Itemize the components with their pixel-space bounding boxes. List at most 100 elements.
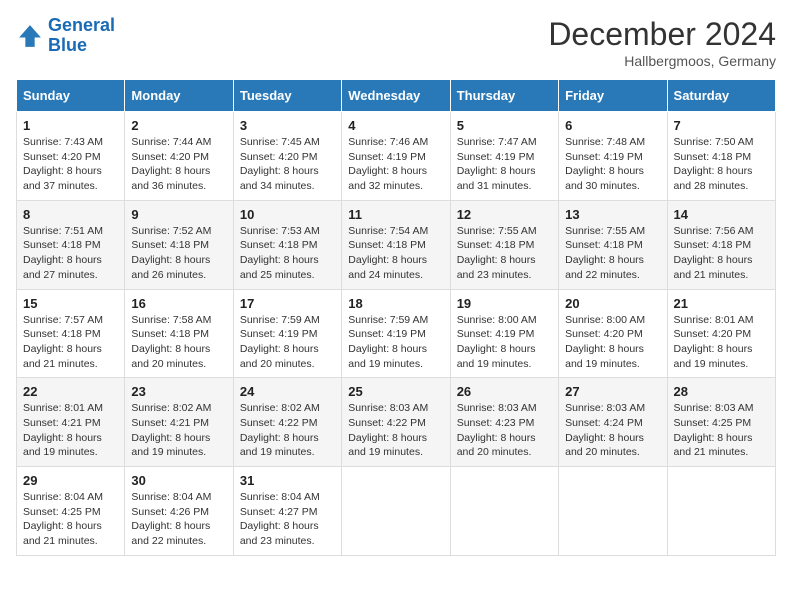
day-detail: Sunrise: 7:45 AM Sunset: 4:20 PM Dayligh…	[240, 135, 335, 194]
calendar-week-row: 1 Sunrise: 7:43 AM Sunset: 4:20 PM Dayli…	[17, 112, 776, 201]
day-number: 25	[348, 384, 443, 399]
calendar-header-row: Sunday Monday Tuesday Wednesday Thursday…	[17, 80, 776, 112]
table-row: 1 Sunrise: 7:43 AM Sunset: 4:20 PM Dayli…	[17, 112, 125, 201]
day-number: 12	[457, 207, 552, 222]
table-row: 26 Sunrise: 8:03 AM Sunset: 4:23 PM Dayl…	[450, 378, 558, 467]
day-detail: Sunrise: 8:01 AM Sunset: 4:20 PM Dayligh…	[674, 313, 769, 372]
day-detail: Sunrise: 8:04 AM Sunset: 4:25 PM Dayligh…	[23, 490, 118, 549]
logo-line2: Blue	[48, 35, 87, 55]
day-number: 19	[457, 296, 552, 311]
page-header: General Blue December 2024 Hallbergmoos,…	[16, 16, 776, 69]
table-row: 29 Sunrise: 8:04 AM Sunset: 4:25 PM Dayl…	[17, 467, 125, 556]
header-wednesday: Wednesday	[342, 80, 450, 112]
logo: General Blue	[16, 16, 115, 56]
table-row: 27 Sunrise: 8:03 AM Sunset: 4:24 PM Dayl…	[559, 378, 667, 467]
table-row: 4 Sunrise: 7:46 AM Sunset: 4:19 PM Dayli…	[342, 112, 450, 201]
day-detail: Sunrise: 7:47 AM Sunset: 4:19 PM Dayligh…	[457, 135, 552, 194]
day-detail: Sunrise: 7:53 AM Sunset: 4:18 PM Dayligh…	[240, 224, 335, 283]
day-detail: Sunrise: 7:51 AM Sunset: 4:18 PM Dayligh…	[23, 224, 118, 283]
day-detail: Sunrise: 7:48 AM Sunset: 4:19 PM Dayligh…	[565, 135, 660, 194]
table-row: 19 Sunrise: 8:00 AM Sunset: 4:19 PM Dayl…	[450, 289, 558, 378]
day-number: 2	[131, 118, 226, 133]
header-sunday: Sunday	[17, 80, 125, 112]
table-row	[342, 467, 450, 556]
table-row: 12 Sunrise: 7:55 AM Sunset: 4:18 PM Dayl…	[450, 200, 558, 289]
day-number: 7	[674, 118, 769, 133]
table-row: 16 Sunrise: 7:58 AM Sunset: 4:18 PM Dayl…	[125, 289, 233, 378]
day-number: 13	[565, 207, 660, 222]
day-detail: Sunrise: 8:01 AM Sunset: 4:21 PM Dayligh…	[23, 401, 118, 460]
day-detail: Sunrise: 8:00 AM Sunset: 4:19 PM Dayligh…	[457, 313, 552, 372]
table-row: 2 Sunrise: 7:44 AM Sunset: 4:20 PM Dayli…	[125, 112, 233, 201]
title-area: December 2024 Hallbergmoos, Germany	[548, 16, 776, 69]
table-row: 28 Sunrise: 8:03 AM Sunset: 4:25 PM Dayl…	[667, 378, 775, 467]
calendar-week-row: 8 Sunrise: 7:51 AM Sunset: 4:18 PM Dayli…	[17, 200, 776, 289]
day-detail: Sunrise: 7:57 AM Sunset: 4:18 PM Dayligh…	[23, 313, 118, 372]
day-number: 15	[23, 296, 118, 311]
day-number: 11	[348, 207, 443, 222]
day-detail: Sunrise: 7:56 AM Sunset: 4:18 PM Dayligh…	[674, 224, 769, 283]
table-row: 18 Sunrise: 7:59 AM Sunset: 4:19 PM Dayl…	[342, 289, 450, 378]
table-row	[559, 467, 667, 556]
day-detail: Sunrise: 7:52 AM Sunset: 4:18 PM Dayligh…	[131, 224, 226, 283]
day-detail: Sunrise: 8:03 AM Sunset: 4:22 PM Dayligh…	[348, 401, 443, 460]
day-number: 27	[565, 384, 660, 399]
table-row: 13 Sunrise: 7:55 AM Sunset: 4:18 PM Dayl…	[559, 200, 667, 289]
table-row: 30 Sunrise: 8:04 AM Sunset: 4:26 PM Dayl…	[125, 467, 233, 556]
day-number: 5	[457, 118, 552, 133]
day-number: 24	[240, 384, 335, 399]
day-number: 4	[348, 118, 443, 133]
day-detail: Sunrise: 8:04 AM Sunset: 4:26 PM Dayligh…	[131, 490, 226, 549]
day-number: 26	[457, 384, 552, 399]
table-row: 11 Sunrise: 7:54 AM Sunset: 4:18 PM Dayl…	[342, 200, 450, 289]
logo-icon	[16, 22, 44, 50]
table-row: 8 Sunrise: 7:51 AM Sunset: 4:18 PM Dayli…	[17, 200, 125, 289]
logo-text: General Blue	[48, 16, 115, 56]
logo-line1: General	[48, 15, 115, 35]
day-number: 28	[674, 384, 769, 399]
day-detail: Sunrise: 8:00 AM Sunset: 4:20 PM Dayligh…	[565, 313, 660, 372]
header-friday: Friday	[559, 80, 667, 112]
day-number: 21	[674, 296, 769, 311]
calendar-week-row: 29 Sunrise: 8:04 AM Sunset: 4:25 PM Dayl…	[17, 467, 776, 556]
day-detail: Sunrise: 7:44 AM Sunset: 4:20 PM Dayligh…	[131, 135, 226, 194]
calendar-table: Sunday Monday Tuesday Wednesday Thursday…	[16, 79, 776, 556]
table-row	[450, 467, 558, 556]
day-number: 29	[23, 473, 118, 488]
location: Hallbergmoos, Germany	[548, 53, 776, 69]
day-number: 30	[131, 473, 226, 488]
day-detail: Sunrise: 7:59 AM Sunset: 4:19 PM Dayligh…	[240, 313, 335, 372]
day-detail: Sunrise: 7:54 AM Sunset: 4:18 PM Dayligh…	[348, 224, 443, 283]
header-thursday: Thursday	[450, 80, 558, 112]
table-row: 14 Sunrise: 7:56 AM Sunset: 4:18 PM Dayl…	[667, 200, 775, 289]
table-row: 24 Sunrise: 8:02 AM Sunset: 4:22 PM Dayl…	[233, 378, 341, 467]
day-number: 20	[565, 296, 660, 311]
day-detail: Sunrise: 7:50 AM Sunset: 4:18 PM Dayligh…	[674, 135, 769, 194]
table-row: 17 Sunrise: 7:59 AM Sunset: 4:19 PM Dayl…	[233, 289, 341, 378]
table-row: 21 Sunrise: 8:01 AM Sunset: 4:20 PM Dayl…	[667, 289, 775, 378]
day-detail: Sunrise: 7:46 AM Sunset: 4:19 PM Dayligh…	[348, 135, 443, 194]
month-title: December 2024	[548, 16, 776, 53]
header-tuesday: Tuesday	[233, 80, 341, 112]
day-number: 3	[240, 118, 335, 133]
day-number: 16	[131, 296, 226, 311]
calendar-week-row: 15 Sunrise: 7:57 AM Sunset: 4:18 PM Dayl…	[17, 289, 776, 378]
day-number: 31	[240, 473, 335, 488]
day-detail: Sunrise: 8:02 AM Sunset: 4:22 PM Dayligh…	[240, 401, 335, 460]
day-detail: Sunrise: 7:43 AM Sunset: 4:20 PM Dayligh…	[23, 135, 118, 194]
day-detail: Sunrise: 8:02 AM Sunset: 4:21 PM Dayligh…	[131, 401, 226, 460]
day-number: 14	[674, 207, 769, 222]
table-row: 22 Sunrise: 8:01 AM Sunset: 4:21 PM Dayl…	[17, 378, 125, 467]
table-row: 7 Sunrise: 7:50 AM Sunset: 4:18 PM Dayli…	[667, 112, 775, 201]
day-detail: Sunrise: 7:58 AM Sunset: 4:18 PM Dayligh…	[131, 313, 226, 372]
day-detail: Sunrise: 7:55 AM Sunset: 4:18 PM Dayligh…	[457, 224, 552, 283]
day-detail: Sunrise: 8:03 AM Sunset: 4:24 PM Dayligh…	[565, 401, 660, 460]
calendar-week-row: 22 Sunrise: 8:01 AM Sunset: 4:21 PM Dayl…	[17, 378, 776, 467]
table-row: 20 Sunrise: 8:00 AM Sunset: 4:20 PM Dayl…	[559, 289, 667, 378]
day-detail: Sunrise: 8:03 AM Sunset: 4:25 PM Dayligh…	[674, 401, 769, 460]
day-number: 8	[23, 207, 118, 222]
table-row: 25 Sunrise: 8:03 AM Sunset: 4:22 PM Dayl…	[342, 378, 450, 467]
day-number: 23	[131, 384, 226, 399]
table-row: 15 Sunrise: 7:57 AM Sunset: 4:18 PM Dayl…	[17, 289, 125, 378]
table-row	[667, 467, 775, 556]
